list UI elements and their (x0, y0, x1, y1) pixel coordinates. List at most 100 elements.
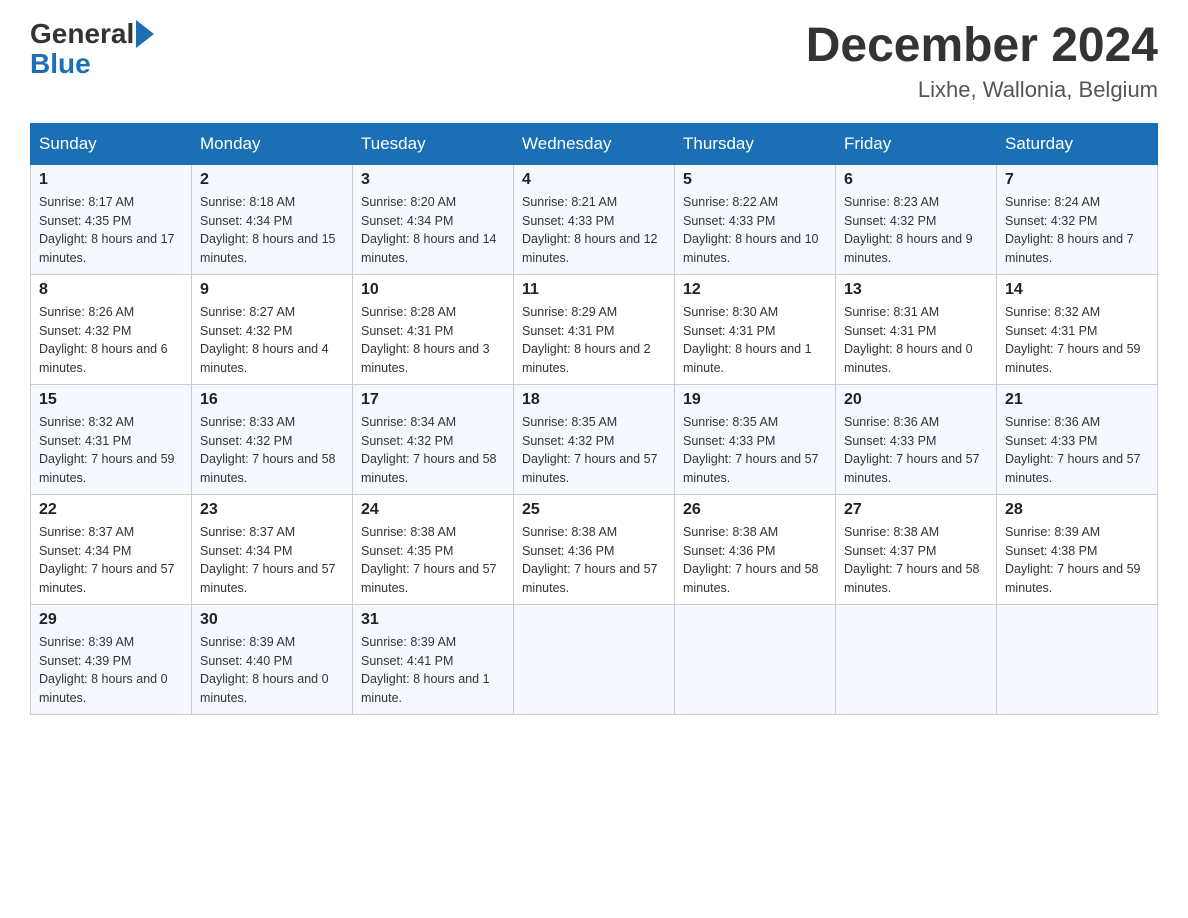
day-number: 14 (1005, 281, 1149, 299)
header-wednesday: Wednesday (514, 123, 675, 164)
calendar-cell (997, 604, 1158, 714)
calendar-cell: 24 Sunrise: 8:38 AMSunset: 4:35 PMDaylig… (353, 494, 514, 604)
calendar-cell: 21 Sunrise: 8:36 AMSunset: 4:33 PMDaylig… (997, 384, 1158, 494)
calendar-cell: 20 Sunrise: 8:36 AMSunset: 4:33 PMDaylig… (836, 384, 997, 494)
calendar-week-row: 29 Sunrise: 8:39 AMSunset: 4:39 PMDaylig… (31, 604, 1158, 714)
day-info: Sunrise: 8:39 AMSunset: 4:41 PMDaylight:… (361, 633, 505, 708)
calendar-cell: 6 Sunrise: 8:23 AMSunset: 4:32 PMDayligh… (836, 164, 997, 274)
day-number: 29 (39, 611, 183, 629)
day-number: 5 (683, 171, 827, 189)
day-info: Sunrise: 8:30 AMSunset: 4:31 PMDaylight:… (683, 303, 827, 378)
day-info: Sunrise: 8:24 AMSunset: 4:32 PMDaylight:… (1005, 193, 1149, 268)
header: General Blue December 2024 Lixhe, Wallon… (30, 20, 1158, 103)
day-number: 4 (522, 171, 666, 189)
day-number: 26 (683, 501, 827, 519)
calendar-cell: 19 Sunrise: 8:35 AMSunset: 4:33 PMDaylig… (675, 384, 836, 494)
calendar-week-row: 8 Sunrise: 8:26 AMSunset: 4:32 PMDayligh… (31, 274, 1158, 384)
calendar-cell: 2 Sunrise: 8:18 AMSunset: 4:34 PMDayligh… (192, 164, 353, 274)
logo: General Blue (30, 20, 156, 80)
day-info: Sunrise: 8:33 AMSunset: 4:32 PMDaylight:… (200, 413, 344, 488)
header-saturday: Saturday (997, 123, 1158, 164)
header-thursday: Thursday (675, 123, 836, 164)
day-info: Sunrise: 8:38 AMSunset: 4:35 PMDaylight:… (361, 523, 505, 598)
day-info: Sunrise: 8:36 AMSunset: 4:33 PMDaylight:… (1005, 413, 1149, 488)
header-monday: Monday (192, 123, 353, 164)
day-info: Sunrise: 8:37 AMSunset: 4:34 PMDaylight:… (200, 523, 344, 598)
day-info: Sunrise: 8:39 AMSunset: 4:40 PMDaylight:… (200, 633, 344, 708)
calendar-cell (836, 604, 997, 714)
calendar-cell: 22 Sunrise: 8:37 AMSunset: 4:34 PMDaylig… (31, 494, 192, 604)
day-info: Sunrise: 8:34 AMSunset: 4:32 PMDaylight:… (361, 413, 505, 488)
header-tuesday: Tuesday (353, 123, 514, 164)
day-number: 15 (39, 391, 183, 409)
day-info: Sunrise: 8:39 AMSunset: 4:38 PMDaylight:… (1005, 523, 1149, 598)
calendar-cell: 31 Sunrise: 8:39 AMSunset: 4:41 PMDaylig… (353, 604, 514, 714)
day-number: 11 (522, 281, 666, 299)
calendar-subtitle: Lixhe, Wallonia, Belgium (806, 77, 1158, 103)
calendar-cell: 7 Sunrise: 8:24 AMSunset: 4:32 PMDayligh… (997, 164, 1158, 274)
day-number: 30 (200, 611, 344, 629)
day-info: Sunrise: 8:35 AMSunset: 4:33 PMDaylight:… (683, 413, 827, 488)
calendar-cell (675, 604, 836, 714)
day-number: 22 (39, 501, 183, 519)
day-number: 7 (1005, 171, 1149, 189)
calendar-cell: 5 Sunrise: 8:22 AMSunset: 4:33 PMDayligh… (675, 164, 836, 274)
calendar-cell: 3 Sunrise: 8:20 AMSunset: 4:34 PMDayligh… (353, 164, 514, 274)
calendar-week-row: 1 Sunrise: 8:17 AMSunset: 4:35 PMDayligh… (31, 164, 1158, 274)
calendar-cell: 17 Sunrise: 8:34 AMSunset: 4:32 PMDaylig… (353, 384, 514, 494)
calendar-cell: 14 Sunrise: 8:32 AMSunset: 4:31 PMDaylig… (997, 274, 1158, 384)
calendar-cell (514, 604, 675, 714)
day-number: 16 (200, 391, 344, 409)
calendar-cell: 11 Sunrise: 8:29 AMSunset: 4:31 PMDaylig… (514, 274, 675, 384)
day-number: 31 (361, 611, 505, 629)
day-number: 9 (200, 281, 344, 299)
title-area: December 2024 Lixhe, Wallonia, Belgium (806, 20, 1158, 103)
calendar-table: SundayMondayTuesdayWednesdayThursdayFrid… (30, 123, 1158, 715)
day-number: 19 (683, 391, 827, 409)
day-info: Sunrise: 8:21 AMSunset: 4:33 PMDaylight:… (522, 193, 666, 268)
calendar-cell: 1 Sunrise: 8:17 AMSunset: 4:35 PMDayligh… (31, 164, 192, 274)
calendar-cell: 16 Sunrise: 8:33 AMSunset: 4:32 PMDaylig… (192, 384, 353, 494)
day-info: Sunrise: 8:29 AMSunset: 4:31 PMDaylight:… (522, 303, 666, 378)
header-friday: Friday (836, 123, 997, 164)
calendar-cell: 27 Sunrise: 8:38 AMSunset: 4:37 PMDaylig… (836, 494, 997, 604)
header-sunday: Sunday (31, 123, 192, 164)
day-info: Sunrise: 8:39 AMSunset: 4:39 PMDaylight:… (39, 633, 183, 708)
logo-blue-text: Blue (30, 48, 91, 79)
day-number: 13 (844, 281, 988, 299)
day-info: Sunrise: 8:26 AMSunset: 4:32 PMDaylight:… (39, 303, 183, 378)
day-info: Sunrise: 8:23 AMSunset: 4:32 PMDaylight:… (844, 193, 988, 268)
day-number: 20 (844, 391, 988, 409)
day-number: 3 (361, 171, 505, 189)
day-number: 18 (522, 391, 666, 409)
day-info: Sunrise: 8:35 AMSunset: 4:32 PMDaylight:… (522, 413, 666, 488)
day-info: Sunrise: 8:38 AMSunset: 4:37 PMDaylight:… (844, 523, 988, 598)
calendar-cell: 10 Sunrise: 8:28 AMSunset: 4:31 PMDaylig… (353, 274, 514, 384)
calendar-cell: 25 Sunrise: 8:38 AMSunset: 4:36 PMDaylig… (514, 494, 675, 604)
day-number: 23 (200, 501, 344, 519)
calendar-week-row: 15 Sunrise: 8:32 AMSunset: 4:31 PMDaylig… (31, 384, 1158, 494)
calendar-cell: 15 Sunrise: 8:32 AMSunset: 4:31 PMDaylig… (31, 384, 192, 494)
calendar-cell: 4 Sunrise: 8:21 AMSunset: 4:33 PMDayligh… (514, 164, 675, 274)
day-number: 10 (361, 281, 505, 299)
day-number: 2 (200, 171, 344, 189)
day-info: Sunrise: 8:32 AMSunset: 4:31 PMDaylight:… (39, 413, 183, 488)
day-info: Sunrise: 8:28 AMSunset: 4:31 PMDaylight:… (361, 303, 505, 378)
calendar-cell: 30 Sunrise: 8:39 AMSunset: 4:40 PMDaylig… (192, 604, 353, 714)
day-info: Sunrise: 8:27 AMSunset: 4:32 PMDaylight:… (200, 303, 344, 378)
calendar-cell: 26 Sunrise: 8:38 AMSunset: 4:36 PMDaylig… (675, 494, 836, 604)
calendar-title: December 2024 (806, 20, 1158, 73)
day-info: Sunrise: 8:20 AMSunset: 4:34 PMDaylight:… (361, 193, 505, 268)
logo-general-text: General (30, 20, 134, 48)
day-info: Sunrise: 8:38 AMSunset: 4:36 PMDaylight:… (683, 523, 827, 598)
day-info: Sunrise: 8:37 AMSunset: 4:34 PMDaylight:… (39, 523, 183, 598)
calendar-cell: 9 Sunrise: 8:27 AMSunset: 4:32 PMDayligh… (192, 274, 353, 384)
calendar-cell: 12 Sunrise: 8:30 AMSunset: 4:31 PMDaylig… (675, 274, 836, 384)
calendar-cell: 18 Sunrise: 8:35 AMSunset: 4:32 PMDaylig… (514, 384, 675, 494)
calendar-cell: 8 Sunrise: 8:26 AMSunset: 4:32 PMDayligh… (31, 274, 192, 384)
day-info: Sunrise: 8:38 AMSunset: 4:36 PMDaylight:… (522, 523, 666, 598)
day-number: 6 (844, 171, 988, 189)
day-number: 12 (683, 281, 827, 299)
day-number: 25 (522, 501, 666, 519)
logo-arrow-icon (136, 20, 154, 48)
